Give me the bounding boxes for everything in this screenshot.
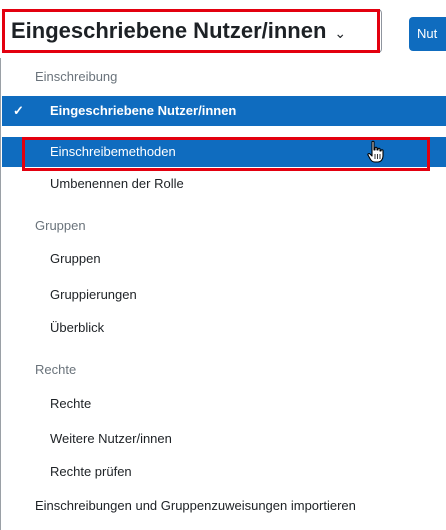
page: Eingeschriebene Nutzer/innen ⌄ Nut Einsc… [0,0,446,530]
option-label: Einschreibemethoden [50,144,176,159]
option-label: Einschreibungen und Gruppenzuweisungen i… [35,498,356,513]
page-select-value: Eingeschriebene Nutzer/innen [11,18,327,43]
check-icon: ✓ [13,103,24,118]
participants-button[interactable]: Nut [409,17,446,51]
option-weitere-nutzer[interactable]: Weitere Nutzer/innen [2,424,446,454]
option-label: Umbenennen der Rolle [50,176,184,191]
option-umbenennen-der-rolle[interactable]: Umbenennen der Rolle [2,169,446,199]
option-gruppierungen[interactable]: Gruppierungen [2,280,446,310]
group-label-gruppen: Gruppen [35,218,86,233]
hand-pointer-icon [367,140,384,163]
option-einschreibungen-importieren[interactable]: Einschreibungen und Gruppenzuweisungen i… [2,491,446,521]
option-label: Weitere Nutzer/innen [50,431,172,446]
option-label: Gruppen [50,251,101,266]
page-select[interactable]: Eingeschriebene Nutzer/innen ⌄ [2,9,382,53]
chevron-down-icon: ⌄ [334,24,347,41]
group-label-rechte: Rechte [35,362,77,377]
select-dropdown: Einschreibung ✓ Eingeschriebene Nutzer/i… [0,58,446,530]
option-label: Eingeschriebene Nutzer/innen [50,103,237,118]
option-rechte-pruefen[interactable]: Rechte prüfen [2,457,446,487]
option-label: Rechte prüfen [50,464,132,479]
option-label: Rechte [50,396,92,411]
group-label-einschreibung: Einschreibung [35,69,118,84]
option-rechte[interactable]: Rechte [2,389,446,419]
option-eingeschriebene-nutzer[interactable]: ✓ Eingeschriebene Nutzer/innen [2,96,446,126]
option-gruppen[interactable]: Gruppen [2,244,446,274]
option-ueberblick[interactable]: Überblick [2,313,446,343]
option-label: Überblick [50,320,105,335]
option-label: Gruppierungen [50,287,137,302]
